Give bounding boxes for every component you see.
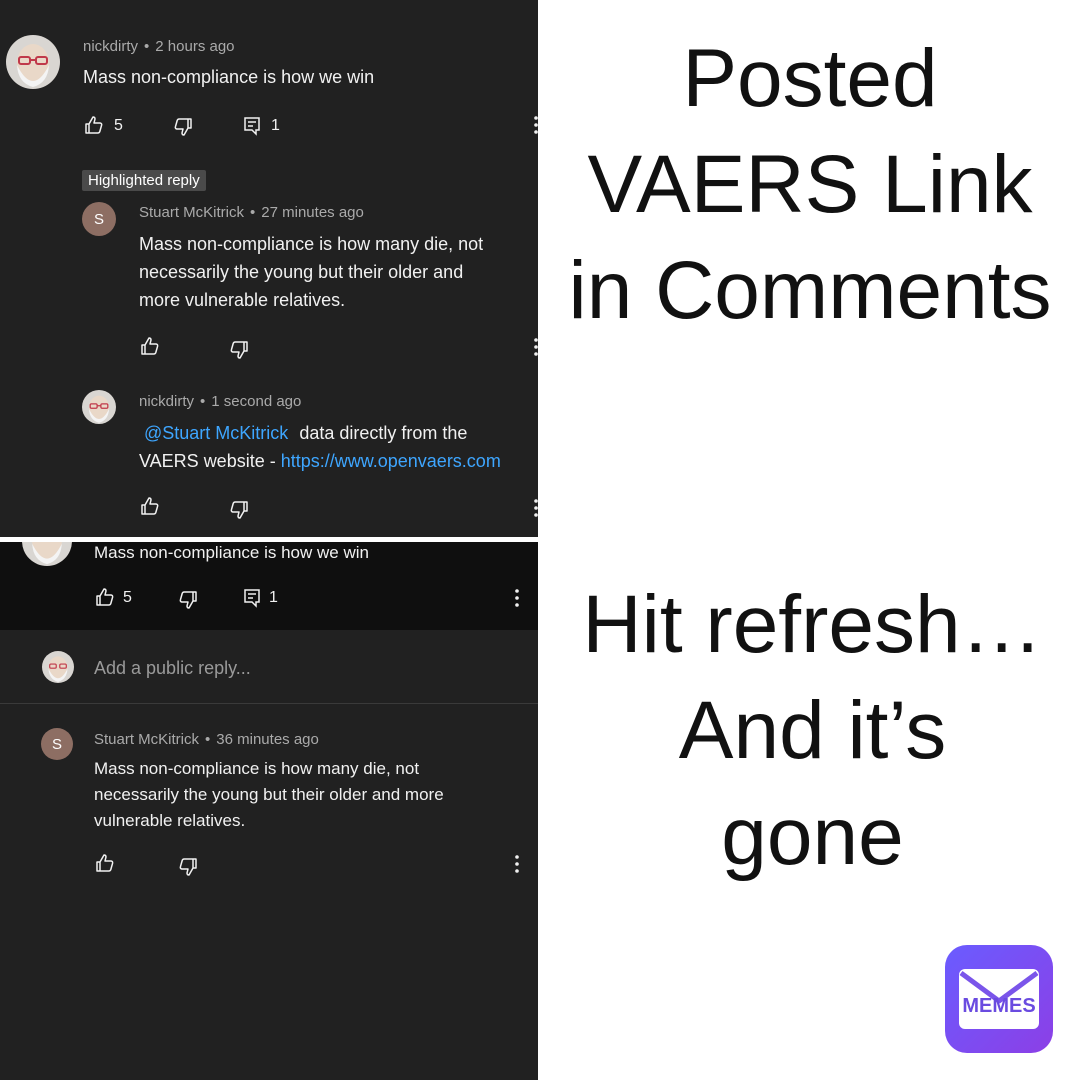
- reply-meta: Stuart McKitrick • 36 minutes ago: [94, 731, 319, 748]
- comment-more-button[interactable]: [533, 115, 538, 135]
- like-button[interactable]: [140, 336, 160, 356]
- reply-text: Mass non-compliance is how many die, not…: [139, 230, 483, 314]
- user-photo-icon: [42, 651, 74, 683]
- more-vertical-icon: [534, 116, 538, 134]
- reply-button[interactable]: [242, 116, 262, 136]
- comment-meta: nickdirty • 2 hours ago: [83, 38, 235, 55]
- reply-time[interactable]: 1 second ago: [211, 393, 301, 410]
- dislike-button[interactable]: [178, 590, 198, 610]
- dislike-button[interactable]: [229, 500, 249, 520]
- avatar-current-user: [42, 651, 74, 683]
- like-button[interactable]: [84, 115, 104, 135]
- thumbs-down-icon: [179, 591, 197, 609]
- thumbs-up-icon: [141, 337, 159, 355]
- thumbs-up-icon: [85, 116, 103, 134]
- dislike-button[interactable]: [229, 340, 249, 360]
- thumbs-down-icon: [230, 501, 248, 519]
- reply-count: 1: [269, 589, 278, 606]
- like-count: 5: [114, 117, 123, 134]
- comment-time[interactable]: 2 hours ago: [155, 38, 234, 55]
- comments-panel-after: Mass non-compliance is how we win 5 1 Ad…: [0, 542, 538, 1080]
- like-button[interactable]: [95, 853, 115, 873]
- caption-bottom: Hit refresh… And it’s gone: [545, 572, 1080, 890]
- avatar-stuart[interactable]: S: [41, 728, 73, 760]
- reply-time[interactable]: 36 minutes ago: [216, 731, 319, 748]
- thumbs-up-icon: [141, 497, 159, 515]
- user-photo-icon: [6, 35, 60, 89]
- reply-meta: nickdirty • 1 second ago: [139, 393, 302, 410]
- reply-time[interactable]: 27 minutes ago: [261, 204, 364, 221]
- comment-author[interactable]: nickdirty: [83, 38, 138, 55]
- thumbs-up-icon: [96, 588, 114, 606]
- caption-line: Posted: [682, 33, 938, 124]
- reply-input[interactable]: Add a public reply...: [94, 658, 251, 679]
- highlighted-reply-badge: Highlighted reply: [82, 170, 206, 191]
- comment-more-button[interactable]: [514, 588, 520, 608]
- reply-text-segment: data directly from the: [299, 423, 468, 443]
- reply-text: @Stuart McKitrick data directly from the…: [139, 419, 501, 475]
- avatar-stuart[interactable]: S: [82, 202, 116, 236]
- like-button[interactable]: [140, 496, 160, 516]
- more-vertical-icon: [534, 338, 538, 356]
- reply-count: 1: [271, 117, 280, 134]
- reply-meta: Stuart McKitrick • 27 minutes ago: [139, 204, 364, 221]
- like-button[interactable]: [95, 587, 115, 607]
- reply-text-line: vulnerable relatives.: [94, 811, 246, 830]
- reply-text-segment: VAERS website -: [139, 451, 281, 471]
- reply-text-line: more vulnerable relatives.: [139, 290, 346, 310]
- reply-author[interactable]: Stuart McKitrick: [139, 204, 244, 221]
- thumbs-down-icon: [230, 341, 248, 359]
- caption-line: Hit refresh…: [582, 579, 1043, 670]
- reply-author[interactable]: Stuart McKitrick: [94, 731, 199, 748]
- dislike-button[interactable]: [173, 117, 193, 137]
- reply-text-line: Mass non-compliance is how many die, not: [139, 234, 484, 254]
- comment-reply-icon: [244, 117, 260, 136]
- reply-text-line: Mass non-compliance is how many die, not: [94, 759, 420, 778]
- thumbs-up-icon: [96, 854, 114, 872]
- openvaers-link[interactable]: https://www.openvaers.com: [281, 451, 501, 471]
- caption-line: And it’s: [678, 685, 947, 776]
- reply-text-line: necessarily the young but their older an…: [139, 262, 464, 282]
- reply-author[interactable]: nickdirty: [139, 393, 194, 410]
- reply-button[interactable]: [242, 588, 262, 608]
- user-photo-icon: [82, 390, 116, 424]
- more-vertical-icon: [515, 589, 519, 607]
- comment-reply-icon: [244, 589, 260, 608]
- thumbs-down-icon: [174, 118, 192, 136]
- comment-text: Mass non-compliance is how we win: [83, 67, 375, 87]
- divider-line: [0, 703, 538, 704]
- caption-line: VAERS Link: [587, 139, 1033, 230]
- memes-logo-text: MEMES: [962, 995, 1036, 1017]
- comments-panel-before: nickdirty • 2 hours ago Mass non-complianc…: [0, 0, 538, 537]
- memes-logo: MEMES: [945, 945, 1053, 1053]
- avatar-nickdirty[interactable]: [82, 390, 116, 424]
- reply-text-line: necessarily the young but their older an…: [94, 785, 444, 804]
- more-vertical-icon: [515, 855, 519, 873]
- more-vertical-icon: [534, 499, 538, 517]
- comment-text: Mass non-compliance is how we win: [94, 543, 369, 562]
- dislike-button[interactable]: [178, 857, 198, 877]
- thumbs-down-icon: [179, 858, 197, 876]
- caption-line: in Comments: [568, 245, 1052, 336]
- avatar-nickdirty[interactable]: [6, 35, 60, 89]
- reply-more-button[interactable]: [514, 854, 520, 874]
- reply-more-button[interactable]: [533, 337, 538, 357]
- mention-link[interactable]: @Stuart McKitrick: [144, 423, 288, 443]
- caption-line: gone: [721, 791, 904, 882]
- reply-text: Mass non-compliance is how many die, not…: [94, 756, 444, 834]
- caption-top: Posted VAERS Link in Comments: [540, 26, 1080, 344]
- reply-more-button[interactable]: [533, 498, 538, 518]
- like-count: 5: [123, 589, 132, 606]
